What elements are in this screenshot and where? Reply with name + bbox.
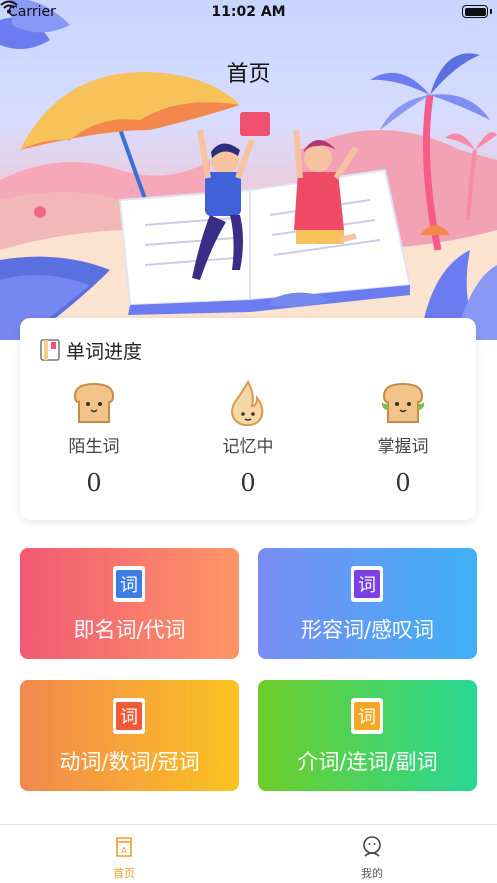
sandwich-icon bbox=[382, 382, 424, 423]
stat-label: 记忆中 bbox=[222, 437, 274, 457]
category-label: 形容词/感叹词 bbox=[300, 618, 435, 642]
tab-home[interactable]: A 首页 bbox=[74, 835, 174, 881]
flame-icon bbox=[231, 380, 264, 426]
tab-label: 首页 bbox=[113, 867, 135, 880]
svg-text:词: 词 bbox=[358, 575, 376, 596]
hero-illustration bbox=[0, 0, 497, 340]
svg-text:词: 词 bbox=[358, 707, 376, 728]
word-progress-card: 单词进度 陌生词 0 记忆中 0 掌握词 0 bbox=[20, 318, 476, 520]
svg-text:词: 词 bbox=[120, 707, 138, 728]
card-title: 单词进度 bbox=[66, 340, 143, 363]
book-tab-icon: A bbox=[116, 837, 132, 857]
category-nouns-pronouns[interactable]: 词 即名词/代词 bbox=[20, 548, 239, 659]
category-prepositions-conjunctions-adverbs[interactable]: 词 介词/连词/副词 bbox=[258, 680, 477, 791]
stat-value: 0 bbox=[240, 469, 256, 497]
profile-icon bbox=[363, 836, 381, 857]
stat-unfamiliar[interactable]: 陌生词 0 bbox=[24, 380, 164, 497]
hero-banner: Carrier 11:02 AM 首页 bbox=[0, 0, 497, 340]
stat-memorizing[interactable]: 记忆中 0 bbox=[178, 380, 318, 497]
status-bar: Carrier 11:02 AM bbox=[0, 0, 497, 26]
stat-value: 0 bbox=[86, 469, 102, 497]
category-label: 动词/数词/冠词 bbox=[59, 750, 200, 774]
category-adjectives-interjections[interactable]: 词 形容词/感叹词 bbox=[258, 548, 477, 659]
category-label: 即名词/代词 bbox=[73, 618, 186, 642]
tab-mine[interactable]: 我的 bbox=[322, 835, 422, 881]
tab-label: 我的 bbox=[361, 867, 383, 880]
tab-bar: A 首页 我的 bbox=[0, 824, 497, 883]
card-header: 单词进度 bbox=[40, 338, 143, 363]
battery-icon bbox=[462, 5, 488, 18]
svg-text:词: 词 bbox=[120, 575, 138, 596]
word-card-icon: 词 bbox=[113, 566, 145, 602]
word-card-icon: 词 bbox=[113, 698, 145, 734]
bread-icon bbox=[73, 382, 115, 423]
stat-label: 掌握词 bbox=[377, 437, 429, 457]
notebook-icon bbox=[40, 339, 60, 361]
stat-label: 陌生词 bbox=[68, 437, 120, 457]
page-title: 首页 bbox=[226, 62, 271, 87]
status-time: 11:02 AM bbox=[211, 4, 286, 20]
category-verbs-numerals-articles[interactable]: 词 动词/数词/冠词 bbox=[20, 680, 239, 791]
stat-value: 0 bbox=[395, 469, 411, 497]
word-card-icon: 词 bbox=[351, 698, 383, 734]
svg-text:A: A bbox=[121, 846, 127, 855]
word-card-icon: 词 bbox=[351, 566, 383, 602]
stat-mastered[interactable]: 掌握词 0 bbox=[333, 380, 473, 497]
category-label: 介词/连词/副词 bbox=[297, 750, 438, 774]
